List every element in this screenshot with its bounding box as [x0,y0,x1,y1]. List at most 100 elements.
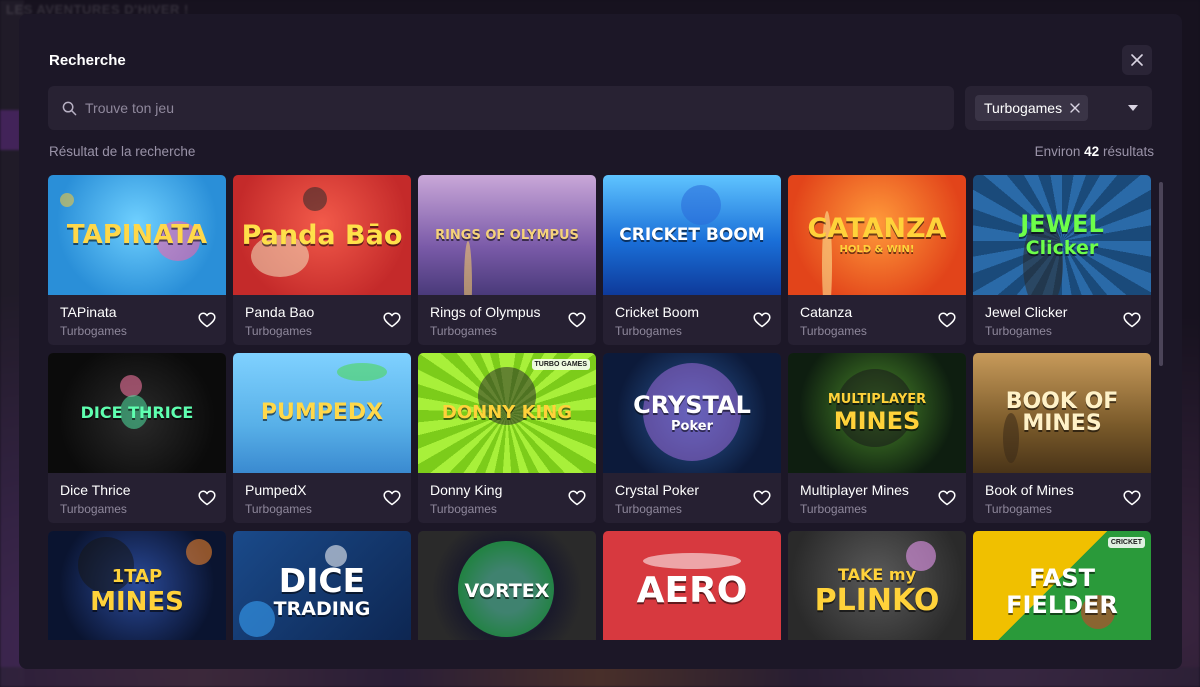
chip-remove-button[interactable] [1070,103,1080,113]
art-decoration [337,363,387,381]
game-provider: Turbogames [245,324,312,338]
favorite-button[interactable] [382,310,402,330]
favorite-button[interactable] [937,488,957,508]
game-art-title-text: MULTIPLAYER [827,392,927,407]
game-art-subtitle: MINES [833,407,921,435]
game-thumbnail[interactable]: CATANZA HOLD & WIN! [788,175,966,295]
game-provider: Turbogames [800,324,867,338]
art-decoration [239,601,275,637]
game-card[interactable]: DICE THRICE Dice Thrice Turbogames [48,353,226,523]
game-card[interactable]: TAPINATA TAPinata Turbogames [48,175,226,345]
game-thumbnail[interactable]: CRYSTAL Poker [603,353,781,473]
game-name: PumpedX [245,482,307,498]
game-art-title: CATANZA HOLD & WIN! [808,215,947,255]
game-card[interactable]: MULTIPLAYER MINES Multiplayer Mines Turbo… [788,353,966,523]
favorite-button[interactable] [1122,310,1142,330]
game-thumbnail[interactable]: DICE THRICE [48,353,226,473]
game-card[interactable]: Panda Bāo Panda Bao Turbogames [233,175,411,345]
game-thumbnail[interactable]: CRICKET BOOM [603,175,781,295]
results-count: Environ 42 résultats [1035,144,1154,159]
game-art-title-text: AERO [636,570,748,611]
heart-icon [753,312,771,328]
game-thumbnail[interactable]: TAKE my PLINKO [788,531,966,640]
game-provider: Turbogames [60,324,127,338]
favorite-button[interactable] [382,488,402,508]
caret-down-icon[interactable] [1128,105,1138,111]
game-art-subtitle: Clicker [1025,237,1099,259]
game-thumbnail[interactable]: 1TAP MINES [48,531,226,640]
game-art-title: DONNY KING [442,404,572,422]
game-card-info: Cricket Boom Turbogames [603,295,781,345]
game-thumbnail[interactable]: DONNY KING TURBO GAMES [418,353,596,473]
game-name: Cricket Boom [615,304,700,320]
favorite-button[interactable] [752,488,772,508]
search-modal: Recherche Turbogames Résultat de la rech… [19,14,1182,669]
results-count-prefix: Environ [1034,144,1081,159]
game-card[interactable]: BOOK OF MINES Book of Mines Turbogames [973,353,1151,523]
game-art-title: AERO [637,573,748,609]
game-thumbnail[interactable]: JEWEL Clicker [973,175,1151,295]
game-card[interactable]: CRICKET BOOM Cricket Boom Turbogames [603,175,781,345]
game-thumbnail[interactable]: DICE TRADING [233,531,411,640]
game-art-title-text: PUMPEDX [260,400,384,425]
game-card[interactable]: AERO [603,531,781,640]
game-art-title-text: DICE [278,560,366,600]
favorite-button[interactable] [567,310,587,330]
provider-filter-select[interactable]: Turbogames [965,86,1152,130]
game-art-title-text: BOOK OF MINES [1005,389,1119,436]
search-box[interactable] [48,86,954,130]
favorite-button[interactable] [937,310,957,330]
game-card[interactable]: RINGS OF OLYMPUS Rings of Olympus Turbog… [418,175,596,345]
game-art-title: RINGS OF OLYMPUS [435,229,579,242]
game-art-title-text: JEWEL [1020,210,1104,238]
game-thumbnail[interactable]: BOOK OF MINES [973,353,1151,473]
game-art-title: VORTEX [465,581,550,601]
game-thumbnail[interactable]: FAST FIELDER CRICKET [973,531,1151,640]
game-thumbnail[interactable]: PUMPEDX [233,353,411,473]
game-card[interactable]: DONNY KING TURBO GAMES Donny King Turbog… [418,353,596,523]
game-art-subtitle: TRADING [273,597,371,620]
game-card-info: Panda Bao Turbogames [233,295,411,345]
favorite-button[interactable] [752,310,772,330]
game-thumbnail[interactable]: TAPINATA [48,175,226,295]
game-card[interactable]: 1TAP MINES [48,531,226,640]
heart-icon [938,490,956,506]
favorite-button[interactable] [567,488,587,508]
game-provider: Turbogames [60,502,127,516]
game-card[interactable]: JEWEL Clicker Jewel Clicker Turbogames [973,175,1151,345]
game-name: Donny King [430,482,503,498]
game-thumbnail[interactable]: RINGS OF OLYMPUS [418,175,596,295]
favorite-button[interactable] [1122,488,1142,508]
game-name: Book of Mines [985,482,1074,498]
game-provider: Turbogames [985,502,1052,516]
game-card-info: Crystal Poker Turbogames [603,473,781,523]
close-button[interactable] [1122,45,1152,75]
game-art-title: BOOK OF MINES [973,391,1151,435]
game-card[interactable]: PUMPEDX PumpedX Turbogames [233,353,411,523]
scrollbar-thumb[interactable] [1159,182,1163,366]
game-provider: Turbogames [430,324,497,338]
favorite-button[interactable] [197,310,217,330]
game-card[interactable]: TAKE my PLINKO [788,531,966,640]
game-provider: Turbogames [615,502,682,516]
game-grid: TAPINATA TAPinata Turbogames Panda Bāo P… [48,175,1153,640]
game-grid-scroll[interactable]: TAPINATA TAPinata Turbogames Panda Bāo P… [48,175,1153,640]
game-thumbnail[interactable]: MULTIPLAYER MINES [788,353,966,473]
game-thumbnail[interactable]: VORTEX [418,531,596,640]
game-art-badge: CRICKET [1107,537,1145,548]
favorite-button[interactable] [197,488,217,508]
game-art-title-text: Panda Bāo [241,219,403,251]
game-thumbnail[interactable]: Panda Bāo [233,175,411,295]
game-card[interactable]: CATANZA HOLD & WIN! Catanza Turbogames [788,175,966,345]
heart-icon [753,490,771,506]
game-art-title-text: CRICKET BOOM [619,224,765,245]
game-card[interactable]: CRYSTAL Poker Crystal Poker Turbogames [603,353,781,523]
game-card[interactable]: DICE TRADING [233,531,411,640]
game-name: Multiplayer Mines [800,482,909,498]
game-card-info: Rings of Olympus Turbogames [418,295,596,345]
game-card[interactable]: FAST FIELDER CRICKET [973,531,1151,640]
game-card[interactable]: VORTEX [418,531,596,640]
search-input[interactable] [85,100,954,116]
game-thumbnail[interactable]: AERO [603,531,781,640]
game-art-title: 1TAP MINES [90,567,184,615]
